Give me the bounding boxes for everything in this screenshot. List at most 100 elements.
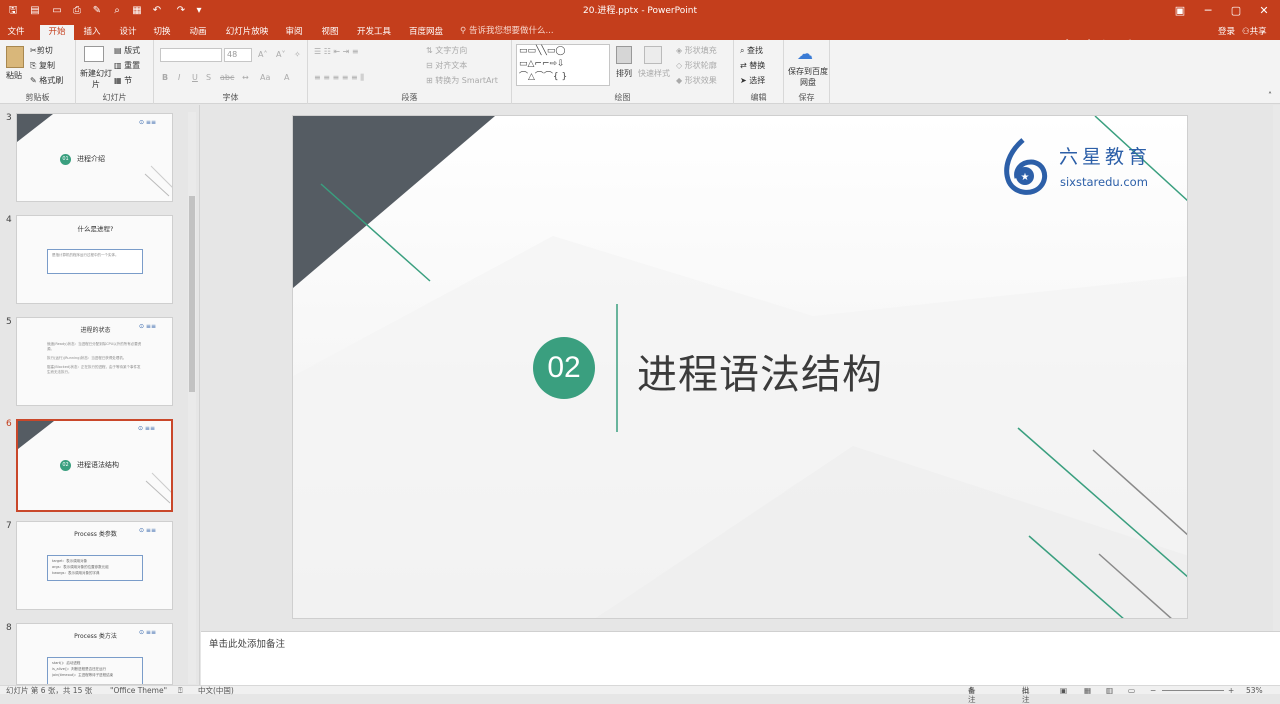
customize-qat-icon[interactable]: ▾	[194, 3, 204, 19]
close-icon[interactable]: ✕	[1252, 2, 1276, 20]
format-painter-icon[interactable]: ✎	[90, 3, 104, 19]
quick-styles-icon[interactable]	[644, 46, 662, 64]
shadow-button[interactable]: S	[206, 72, 211, 83]
underline-button[interactable]: U	[192, 72, 198, 83]
font-label: 字体	[222, 93, 239, 102]
align-text-button[interactable]: ⊟ 对齐文本	[426, 60, 467, 71]
font-color-button[interactable]: A	[284, 72, 289, 83]
tab-design[interactable]: 设计	[114, 25, 142, 40]
font-group: 48 A˄ A˅ ✧ B I U S abc ↔ Aa A 字体	[154, 40, 308, 104]
copy-button[interactable]: ⎘ 复制	[30, 60, 55, 71]
arrange-icon[interactable]	[616, 46, 632, 64]
thumb-number: 8	[6, 623, 12, 633]
layout-button[interactable]: ▤ 版式	[114, 45, 140, 56]
thumb-number: 3	[6, 113, 12, 123]
open-icon[interactable]: ▤	[28, 3, 42, 19]
preview-icon[interactable]: ⌕	[110, 3, 124, 19]
format-painter-button[interactable]: ✎ 格式刷	[30, 75, 63, 86]
thumb-lines: target：表示调用对象 args：表示调用对象的位置参数元组 kwargs：…	[47, 555, 143, 581]
tab-view[interactable]: 视图	[316, 25, 344, 40]
logo-mark-icon: ★	[1004, 138, 1048, 195]
thumb-line: 阻塞(Blocked)状态：正在执行的进程，由于等待某个事件发生而无法执行。	[47, 365, 141, 374]
slide-thumbnail-4[interactable]: 什么是进程? 是指计算机的程序运行过程中的一个实体。	[16, 215, 173, 304]
font-name-combo[interactable]	[160, 48, 222, 62]
shape-outline-button[interactable]: ◇ 形状轮廓	[676, 60, 717, 71]
slide-thumbnail-5[interactable]: 进程的状态 ⊙ ≡≡ 就绪(Ready)状态：当进程已分配到除CPU以外的所有必…	[16, 317, 173, 406]
svg-text:★: ★	[1021, 172, 1030, 183]
tab-developer[interactable]: 开发工具	[352, 25, 396, 40]
maximize-icon[interactable]: ▢	[1224, 2, 1248, 20]
tab-baidu[interactable]: 百度网盘	[404, 25, 448, 40]
strikethrough-button[interactable]: abc	[220, 72, 234, 83]
tab-transitions[interactable]: 切换	[148, 25, 176, 40]
smartart-button[interactable]: ⊞ 转换为 SmartArt	[426, 75, 498, 86]
tell-me-search[interactable]: ⚲ 告诉我您想要做什么...	[460, 25, 554, 38]
logo-cn-text: 六星教育	[1059, 146, 1152, 168]
minimize-icon[interactable]: ─	[1196, 2, 1220, 20]
paste-button[interactable]: 粘贴	[6, 70, 22, 81]
tab-animations[interactable]: 动画	[184, 25, 212, 40]
tab-review[interactable]: 审阅	[280, 25, 308, 40]
shapes-gallery[interactable]: ▭▭╲╲▭◯ ▭△⌐⌐⇨⇩ ⌒△⌒⌒{ }	[516, 44, 610, 86]
thumbnail-scrollbar-thumb[interactable]	[189, 196, 195, 392]
undo-icon[interactable]: ↶	[150, 3, 164, 19]
slide-thumbnail-8[interactable]: Process 类方法 ⊙ ≡≡ start()：启动进程 is_alive()…	[16, 623, 173, 685]
tab-home[interactable]: 开始	[40, 25, 74, 40]
bold-button[interactable]: B	[162, 72, 168, 83]
ribbon-display-icon[interactable]: ▣	[1168, 2, 1192, 20]
select-button[interactable]: ➤ 选择	[740, 75, 765, 86]
share-button[interactable]: ⚇共享	[1242, 25, 1267, 37]
italic-button[interactable]: I	[178, 72, 180, 83]
tab-insert[interactable]: 插入	[78, 25, 106, 40]
cloud-icon[interactable]: ☁	[797, 44, 813, 63]
editing-group: ⌕ 查找 ⇄ 替换 ➤ 选择 编辑	[734, 40, 784, 104]
new-slide-icon[interactable]	[84, 46, 104, 62]
slide-canvas[interactable]: ★ 六星教育 sixstaredu.com 02 进程语法结构	[292, 115, 1188, 619]
zoom-slider[interactable]	[1162, 690, 1224, 691]
change-case-button[interactable]: Aa	[260, 72, 270, 83]
text-direction-icon: ⇅	[426, 46, 436, 55]
save-icon[interactable]: 🖫	[6, 3, 20, 19]
arrange-button[interactable]: 排列	[616, 68, 632, 79]
thumb-title: 什么是进程?	[77, 225, 114, 233]
shape-fill-button[interactable]: ◈ 形状填充	[676, 45, 717, 56]
paste-icon[interactable]	[6, 46, 24, 68]
clear-format-icon[interactable]: ✧	[294, 49, 301, 60]
new-slide-button[interactable]: 新建幻灯片	[80, 68, 112, 90]
brush-icon: ✎	[30, 76, 40, 85]
print-icon[interactable]: ⎙	[70, 3, 84, 19]
collapse-ribbon-icon[interactable]: ˄	[1268, 90, 1272, 101]
tab-file[interactable]: 文件	[0, 25, 32, 40]
effects-icon: ◆	[676, 76, 685, 85]
reset-button[interactable]: ▥ 重置	[114, 60, 140, 71]
find-button[interactable]: ⌕ 查找	[740, 45, 763, 56]
font-size-combo[interactable]: 48	[224, 48, 252, 62]
layout-icon: ▤	[114, 46, 125, 55]
slide-scrollbar[interactable]	[1273, 105, 1280, 631]
bullets-icon[interactable]: ☰ ☷ ⇤ ⇥ ≡	[314, 46, 359, 57]
fill-icon: ◈	[676, 46, 685, 55]
redo-icon[interactable]: ↷	[174, 3, 188, 19]
save-to-baidu-button[interactable]: 保存到百度网盘	[788, 66, 828, 88]
shrink-font-icon[interactable]: A˅	[276, 49, 285, 60]
slide-thumbnail-7[interactable]: Process 类参数 ⊙ ≡≡ target：表示调用对象 args：表示调用…	[16, 521, 173, 610]
new-icon[interactable]: ▭	[50, 3, 64, 19]
grow-font-icon[interactable]: A˄	[258, 49, 267, 60]
cut-button[interactable]: ✂剪切	[30, 45, 53, 56]
pages-icon[interactable]: ▦	[130, 3, 144, 19]
text-direction-button[interactable]: ⇅ 文字方向	[426, 45, 467, 56]
outline-icon: ◇	[676, 61, 685, 70]
replace-button[interactable]: ⇄ 替换	[740, 60, 765, 71]
tab-slideshow[interactable]: 幻灯片放映	[222, 25, 272, 40]
slide-thumbnail-6[interactable]: ⊙ ≡≡ 02 进程语法结构	[16, 419, 173, 512]
section-button[interactable]: ▦ 节	[114, 75, 132, 86]
notes-pane[interactable]: 单击此处添加备注	[201, 631, 1280, 685]
quick-styles-button[interactable]: 快速样式	[638, 68, 670, 79]
thumb-title: 进程介绍	[77, 155, 105, 163]
align-icons[interactable]: ≡ ≡ ≡ ≡ ≡ ⫼	[314, 72, 364, 83]
slide-thumbnail-3[interactable]: ⊙ ≡≡ 01 进程介绍	[16, 113, 173, 202]
signin-link[interactable]: 登录	[1218, 25, 1235, 37]
shape-effects-button[interactable]: ◆ 形状效果	[676, 75, 717, 86]
char-spacing-icon[interactable]: ↔	[242, 72, 249, 83]
slide-title[interactable]: 进程语法结构	[637, 342, 883, 400]
